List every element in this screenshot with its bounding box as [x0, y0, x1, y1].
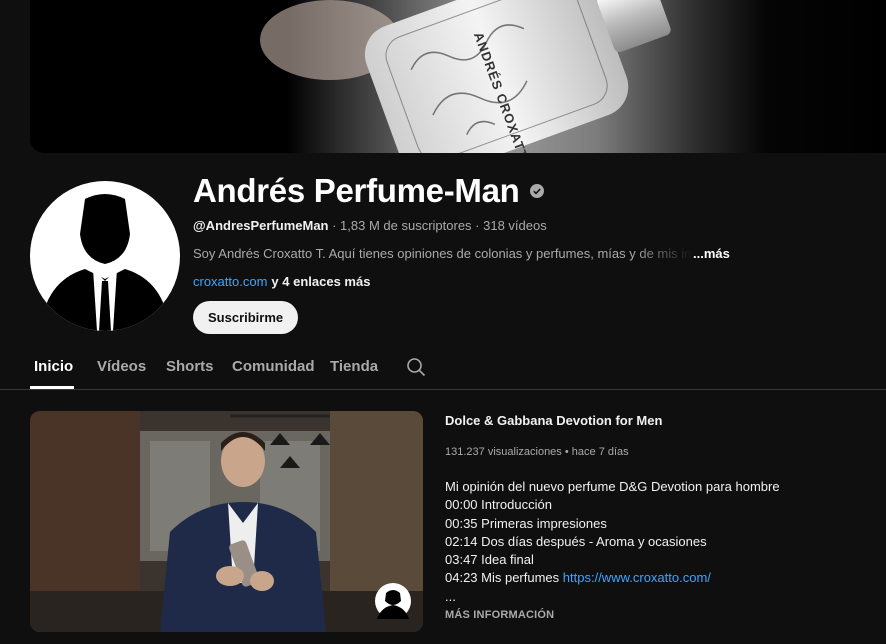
channel-handle: @AndresPerfumeMan — [193, 218, 329, 233]
description-line: 00:35 Primeras impresiones — [445, 515, 607, 531]
tab-shorts[interactable]: Shorts — [166, 358, 214, 375]
stats-separator: • — [561, 446, 572, 458]
description-line: 03:47 Idea final — [445, 552, 534, 568]
channel-links: croxatto.com y 4 enlaces más — [193, 274, 370, 289]
perfume-bottle-image — [260, 0, 671, 153]
more-links-button[interactable]: y 4 enlaces más — [271, 274, 370, 289]
featured-video-title[interactable]: Dolce & Gabbana Devotion for Men — [445, 413, 662, 428]
description-line: 02:14 Dos días después - Aroma y ocasion… — [445, 533, 707, 549]
more-info-button[interactable]: MÁS INFORMACIÓN — [445, 609, 554, 621]
channel-website-link[interactable]: croxatto.com — [193, 274, 267, 289]
subscribe-button[interactable]: Suscribirme — [193, 301, 299, 334]
tab-inicio[interactable]: Inicio — [34, 358, 73, 375]
video-thumbnail-image — [30, 411, 423, 632]
upload-age: hace 7 días — [571, 446, 629, 458]
featured-video-stats: 131.237 visualizaciones • hace 7 días — [445, 446, 629, 458]
description-line: 04:23 Mis perfumes https://www.croxatto.… — [445, 569, 780, 587]
description-line: 00:00 Introducción — [445, 497, 552, 513]
active-tab-indicator — [30, 386, 74, 389]
description-url-link[interactable]: https://www.croxatto.com/ — [563, 570, 711, 585]
channel-avatar[interactable] — [30, 181, 180, 331]
video-count: 318 vídeos — [483, 218, 547, 233]
subscriber-count: 1,83 M de suscriptores — [340, 218, 472, 233]
description-line: Mi opinión del nuevo perfume D&G Devotio… — [445, 479, 780, 494]
channel-name-text: Andrés Perfume-Man — [193, 172, 520, 209]
channel-banner: ANDRÉS CROXATTO MAN — [30, 0, 886, 153]
meta-separator: · — [471, 218, 484, 233]
channel-tabs: Inicio Vídeos Shorts Comunidad Tienda — [0, 345, 886, 390]
channel-description[interactable]: Soy Andrés Croxatto T. Aquí tienes opini… — [193, 246, 753, 261]
channel-name: Andrés Perfume-Man — [193, 172, 544, 210]
meta-separator: · — [328, 218, 341, 233]
featured-video-description: Mi opinión del nuevo perfume D&G Devotio… — [445, 478, 780, 606]
silhouette-avatar-icon — [40, 194, 170, 331]
channel-meta: @AndresPerfumeMan · 1,83 M de suscriptor… — [193, 218, 547, 233]
description-ellipsis: ... — [445, 588, 456, 604]
description-more-button[interactable]: ...más — [693, 246, 730, 261]
view-count: 131.237 visualizaciones — [445, 446, 562, 458]
tab-videos[interactable]: Vídeos — [97, 358, 146, 375]
verified-check-icon — [529, 184, 544, 198]
description-line-prefix: 04:23 Mis perfumes — [445, 570, 563, 586]
channel-description-text: Soy Andrés Croxatto T. Aquí tienes opini… — [193, 246, 693, 261]
featured-video-player[interactable] — [30, 411, 423, 632]
tab-comunidad[interactable]: Comunidad — [232, 358, 315, 375]
search-icon[interactable] — [406, 357, 426, 377]
tab-tienda[interactable]: Tienda — [330, 358, 378, 375]
